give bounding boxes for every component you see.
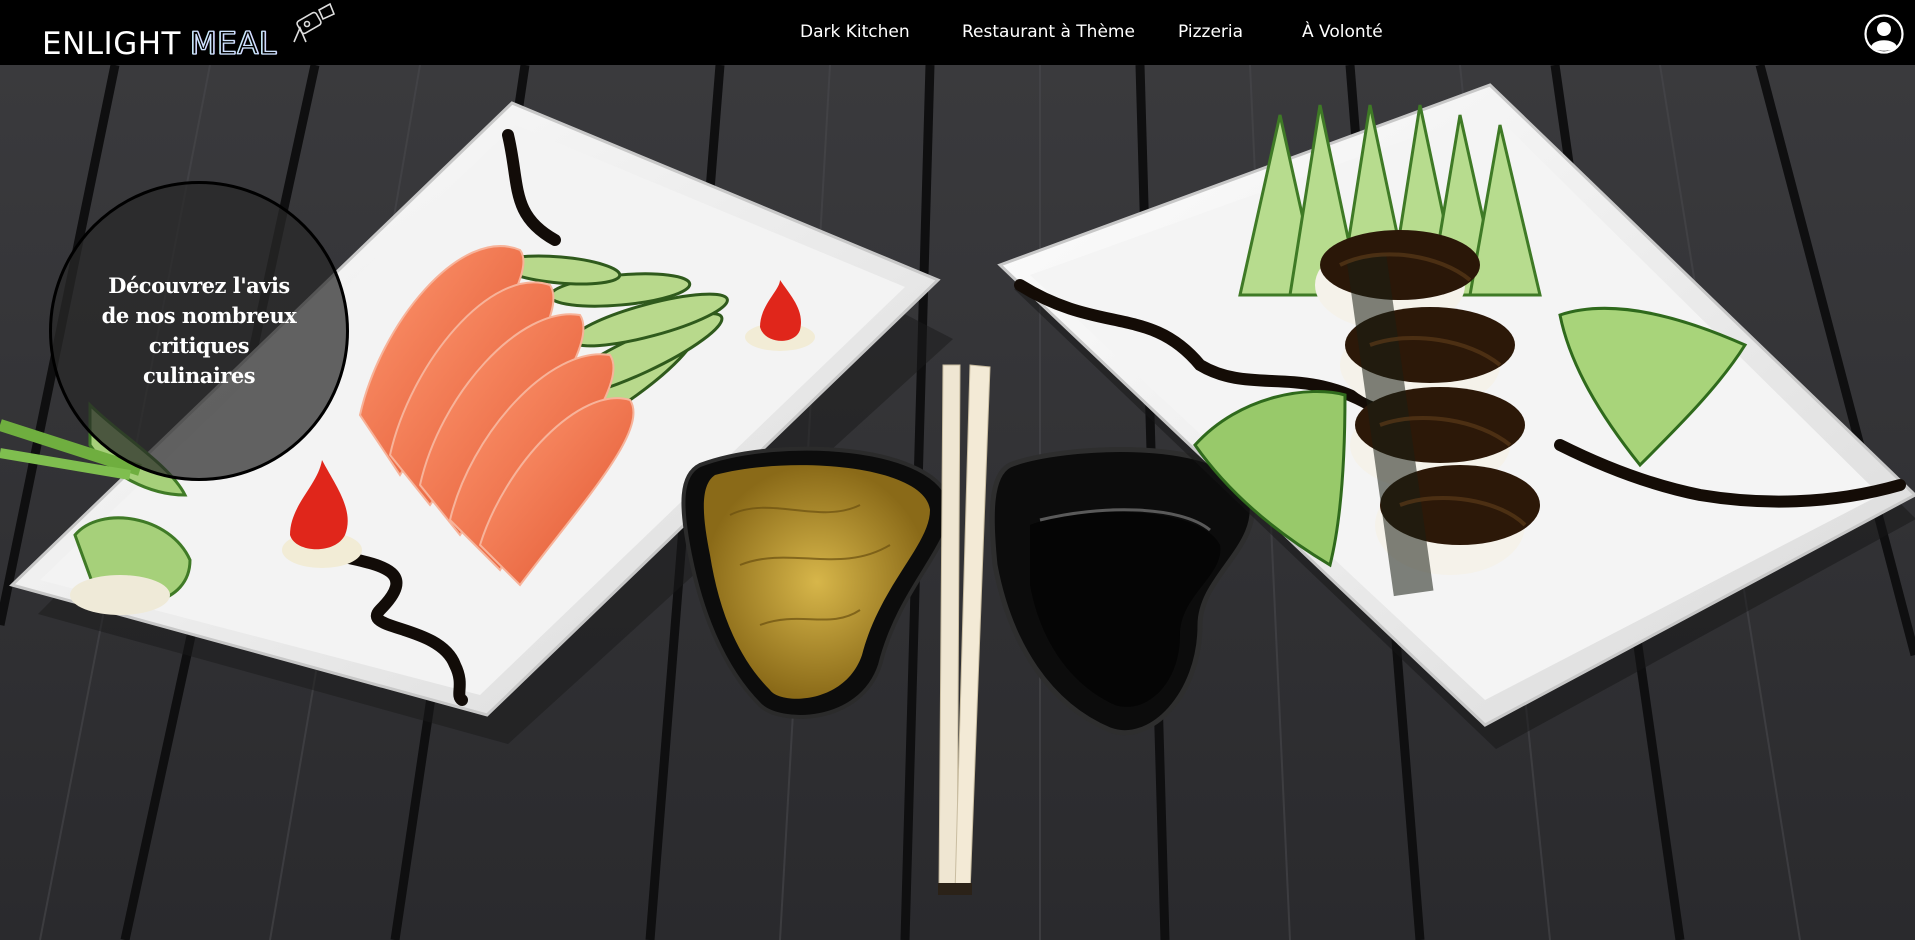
critics-review-cta[interactable]: Découvrez l'avis de nos nombreux critiqu… bbox=[49, 181, 349, 481]
user-avatar-icon[interactable] bbox=[1864, 14, 1904, 54]
hero-food-image bbox=[0, 65, 1915, 940]
logo-text-enlight: ENLIGHT bbox=[42, 26, 181, 62]
top-navbar: ENLIGHT MEAL Dark Kitchen Restaurant à T… bbox=[0, 0, 1915, 65]
logo-text-meal: MEAL bbox=[189, 25, 277, 62]
site-logo[interactable]: ENLIGHT MEAL bbox=[42, 22, 277, 62]
hero-banner: Découvrez l'avis de nos nombreux critiqu… bbox=[0, 65, 1915, 940]
critics-review-text: Découvrez l'avis de nos nombreux critiqu… bbox=[101, 273, 297, 388]
nav-dark-kitchen[interactable]: Dark Kitchen bbox=[800, 22, 910, 42]
nav-restaurant-theme[interactable]: Restaurant à Thème bbox=[962, 22, 1135, 42]
spotlight-icon bbox=[293, 2, 336, 43]
nav-pizzeria[interactable]: Pizzeria bbox=[1178, 22, 1243, 42]
nav-a-volonte[interactable]: À Volonté bbox=[1302, 22, 1383, 42]
